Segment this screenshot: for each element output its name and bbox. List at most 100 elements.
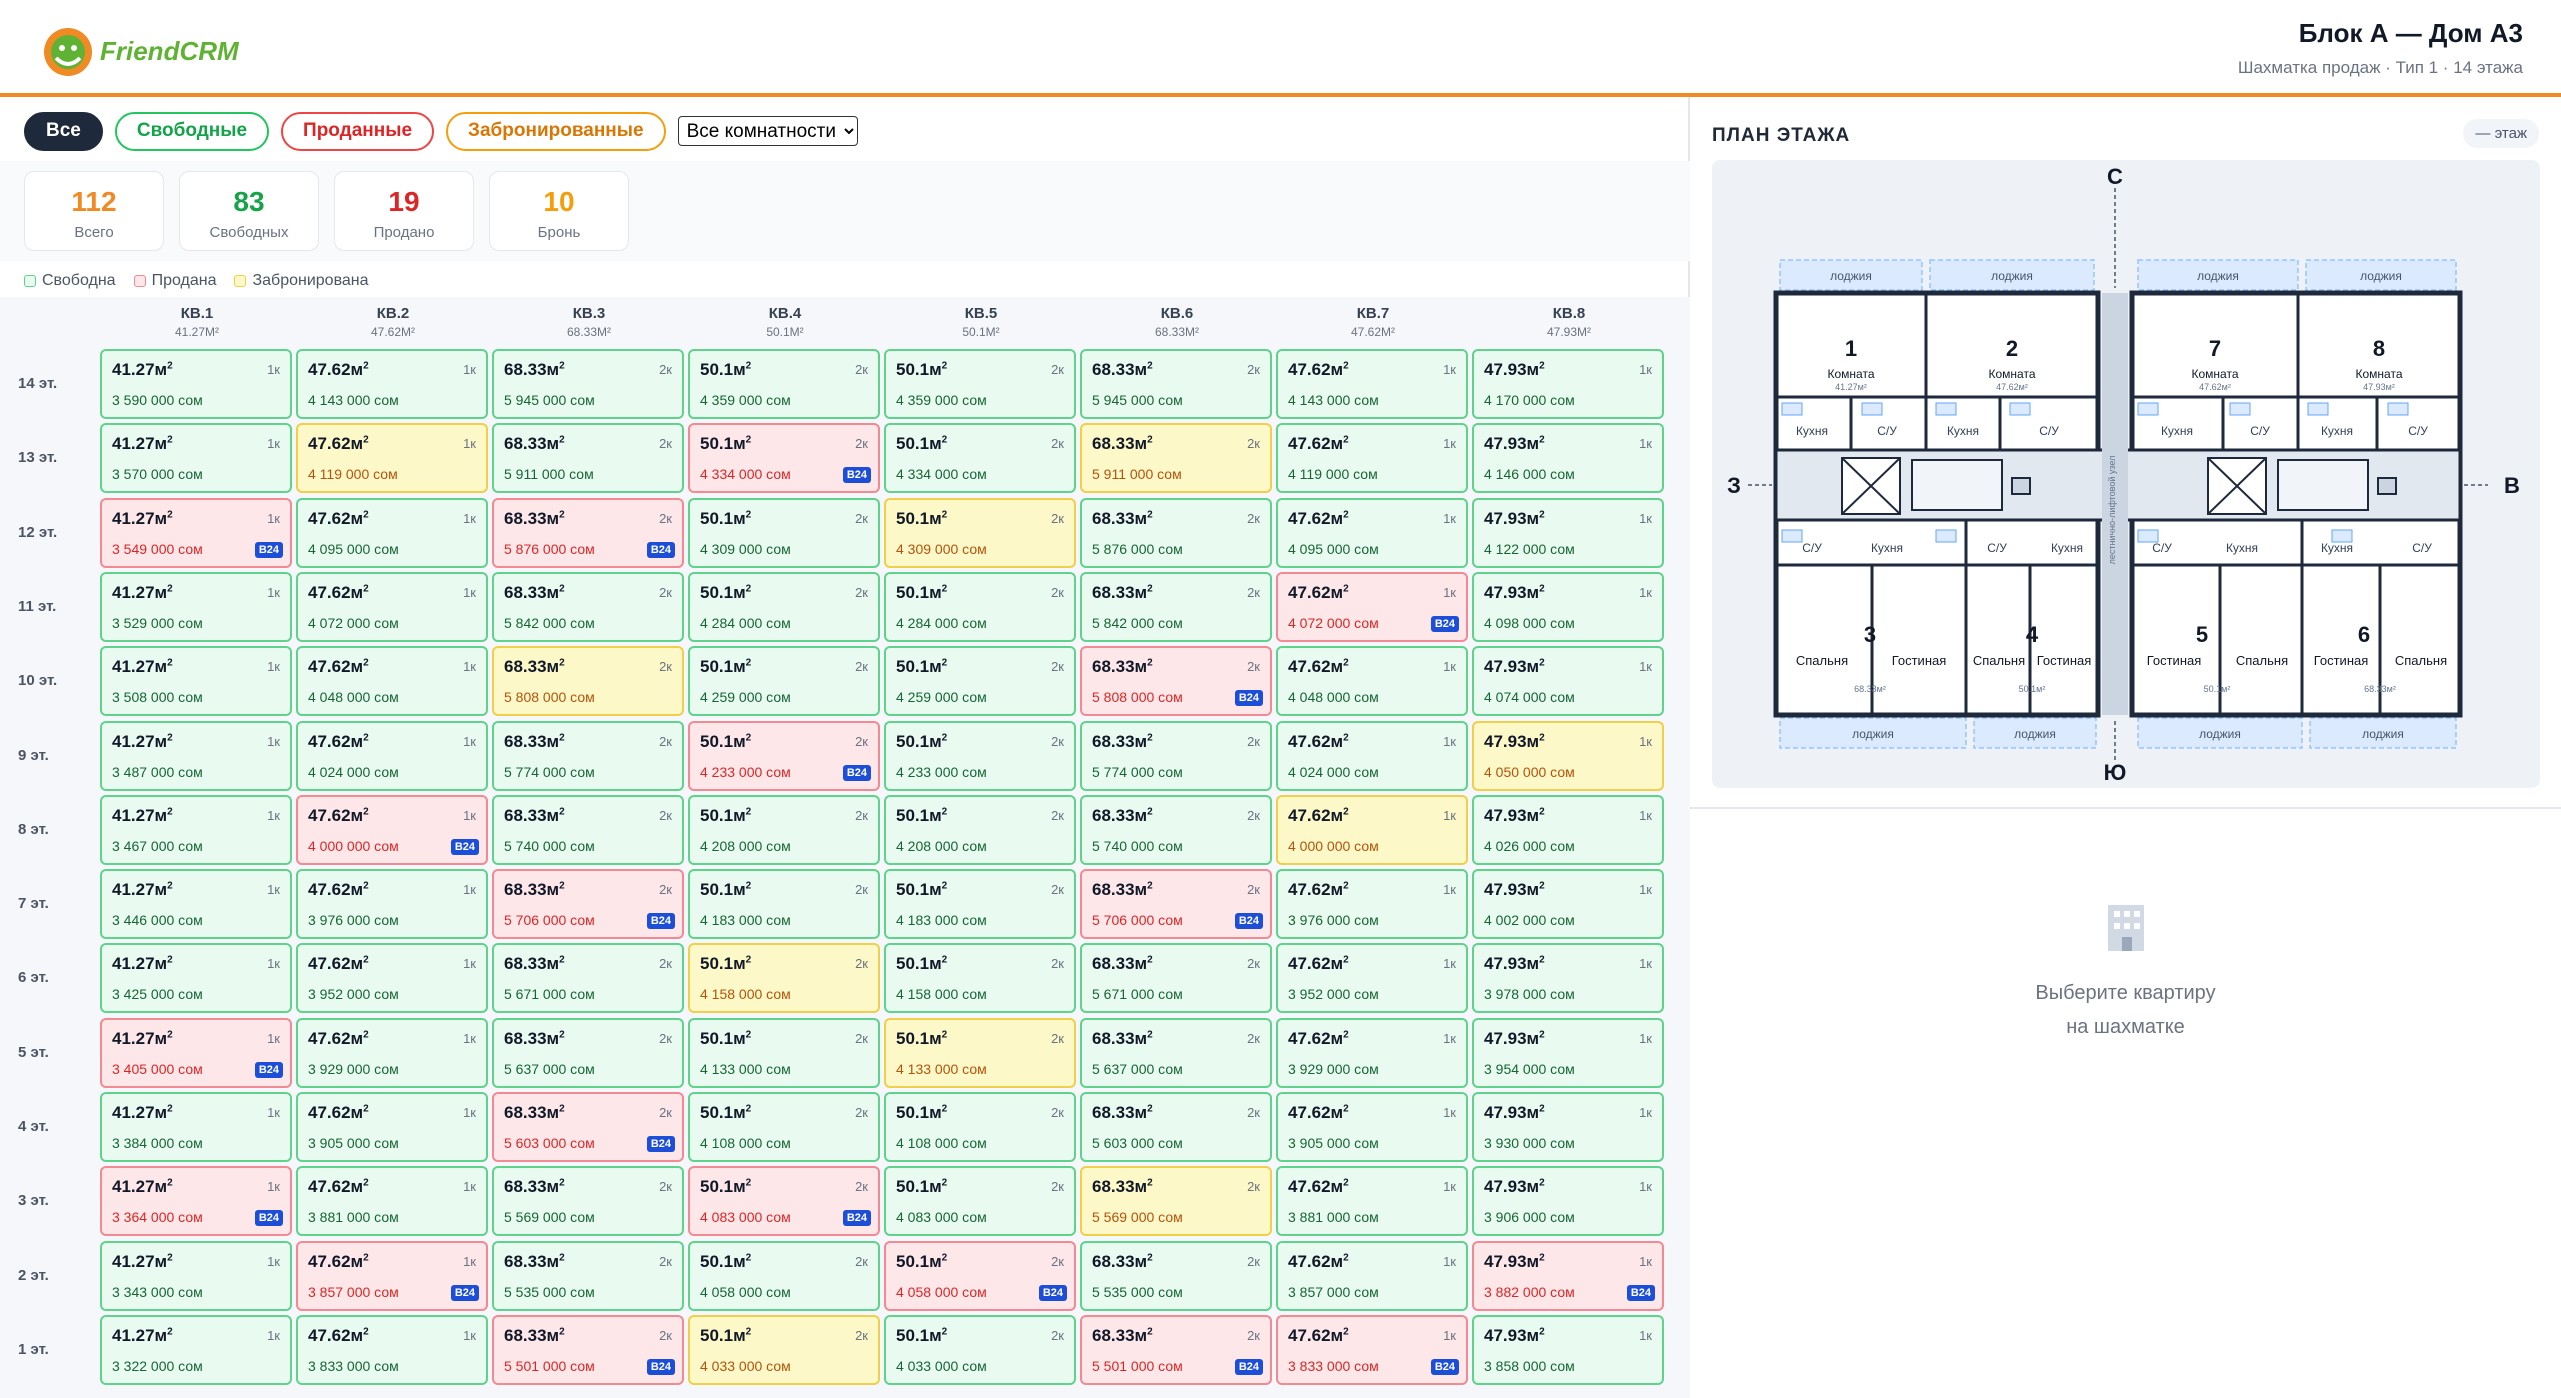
- apartment-cell[interactable]: 50.1м2 2к 4 284 000 сом: [884, 571, 1076, 642]
- filter-free-button[interactable]: Свободные: [114, 111, 270, 151]
- apartment-cell[interactable]: 68.33м2 2к 5 603 000 сом B24: [492, 1092, 684, 1162]
- apartment-cell[interactable]: 50.1м2 2к 4 309 000 сом: [688, 497, 880, 568]
- apartment-cell[interactable]: 47.62м2 1к 4 048 000 сом: [296, 646, 488, 717]
- apartment-cell[interactable]: 68.33м2 2к 5 774 000 сом: [1080, 720, 1272, 791]
- apartment-cell[interactable]: 50.1м2 2к 4 158 000 сом: [884, 943, 1076, 1014]
- apartment-cell[interactable]: 68.33м2 2к 5 501 000 сом B24: [492, 1314, 684, 1385]
- apartment-cell[interactable]: 47.62м2 1к 4 095 000 сом: [1276, 497, 1468, 568]
- apartment-cell[interactable]: 50.1м2 2к 4 108 000 сом: [688, 1092, 880, 1162]
- apartment-cell[interactable]: 68.33м2 2к 5 637 000 сом: [492, 1017, 684, 1088]
- apartment-cell[interactable]: 68.33м2 2к 5 911 000 сом: [1080, 423, 1272, 494]
- apartment-cell[interactable]: 50.1м2 2к 4 334 000 сом B24: [688, 423, 880, 494]
- apartment-cell[interactable]: 41.27м2 1к 3 425 000 сом: [100, 943, 292, 1014]
- apartment-cell[interactable]: 50.1м2 2к 4 083 000 сом: [884, 1166, 1076, 1237]
- friendcrm-logo[interactable]: FriendCRM: [38, 18, 248, 82]
- apartment-cell[interactable]: 47.62м2 1к 3 976 000 сом: [296, 869, 488, 940]
- apartment-cell[interactable]: 47.62м2 1к 4 024 000 сом: [1276, 720, 1468, 791]
- apartment-cell[interactable]: 47.93м2 1к 3 906 000 сом: [1472, 1166, 1664, 1237]
- apartment-cell[interactable]: 50.1м2 2к 4 309 000 сом: [884, 497, 1076, 568]
- apartment-cell[interactable]: 50.1м2 2к 4 334 000 сом: [884, 423, 1076, 494]
- apartment-cell[interactable]: 47.93м2 1к 4 050 000 сом: [1472, 720, 1664, 791]
- apartment-cell[interactable]: 47.62м2 1к 4 119 000 сом: [1276, 423, 1468, 494]
- apartment-cell[interactable]: 68.33м2 2к 5 808 000 сом B24: [1080, 646, 1272, 717]
- apartment-cell[interactable]: 47.93м2 1к 4 074 000 сом: [1472, 646, 1664, 717]
- apartment-cell[interactable]: 47.62м2 1к 4 000 000 сом B24: [296, 794, 488, 865]
- apartment-cell[interactable]: 50.1м2 2к 4 133 000 сом: [688, 1017, 880, 1088]
- apartment-cell[interactable]: 41.27м2 1к 3 446 000 сом: [100, 869, 292, 940]
- apartment-cell[interactable]: 47.93м2 1к 4 122 000 сом: [1472, 497, 1664, 568]
- apartment-cell[interactable]: 50.1м2 2к 4 033 000 сом: [688, 1314, 880, 1385]
- apartment-cell[interactable]: 68.33м2 2к 5 808 000 сом: [492, 646, 684, 717]
- apartment-cell[interactable]: 41.27м2 1к 3 322 000 сом: [100, 1314, 292, 1385]
- apartment-cell[interactable]: 50.1м2 2к 4 083 000 сом B24: [688, 1166, 880, 1237]
- apartment-cell[interactable]: 50.1м2 2к 4 359 000 сом: [884, 349, 1076, 419]
- apartment-cell[interactable]: 50.1м2 2к 4 183 000 сом: [884, 869, 1076, 940]
- apartment-cell[interactable]: 47.62м2 1к 3 952 000 сом: [296, 943, 488, 1014]
- apartment-cell[interactable]: 68.33м2 2к 5 945 000 сом: [492, 349, 684, 419]
- apartment-cell[interactable]: 41.27м2 1к 3 384 000 сом: [100, 1092, 292, 1162]
- apartment-cell[interactable]: 47.62м2 1к 4 000 000 сом: [1276, 794, 1468, 865]
- apartment-cell[interactable]: 68.33м2 2к 5 535 000 сом: [1080, 1240, 1272, 1311]
- apartment-cell[interactable]: 68.33м2 2к 5 876 000 сом: [1080, 497, 1272, 568]
- apartment-cell[interactable]: 50.1м2 2к 4 259 000 сом: [884, 646, 1076, 717]
- apartment-cell[interactable]: 50.1м2 2к 4 284 000 сом: [688, 571, 880, 642]
- apartment-cell[interactable]: 47.62м2 1к 3 905 000 сом: [1276, 1092, 1468, 1162]
- apartment-cell[interactable]: 47.62м2 1к 4 095 000 сом: [296, 497, 488, 568]
- apartment-cell[interactable]: 47.62м2 1к 4 143 000 сом: [1276, 349, 1468, 419]
- apartment-cell[interactable]: 50.1м2 2к 4 183 000 сом: [688, 869, 880, 940]
- apartment-cell[interactable]: 68.33м2 2к 5 603 000 сом: [1080, 1092, 1272, 1162]
- apartment-cell[interactable]: 50.1м2 2к 4 233 000 сом B24: [688, 720, 880, 791]
- apartment-cell[interactable]: 68.33м2 2к 5 671 000 сом: [492, 943, 684, 1014]
- apartment-cell[interactable]: 68.33м2 2к 5 501 000 сом B24: [1080, 1314, 1272, 1385]
- apartment-cell[interactable]: 50.1м2 2к 4 033 000 сом: [884, 1314, 1076, 1385]
- apartment-cell[interactable]: 47.62м2 1к 4 143 000 сом: [296, 349, 488, 419]
- apartment-cell[interactable]: 47.62м2 1к 3 857 000 сом: [1276, 1240, 1468, 1311]
- apartment-cell[interactable]: 68.33м2 2к 5 842 000 сом: [492, 571, 684, 642]
- apartment-cell[interactable]: 68.33м2 2к 5 842 000 сом: [1080, 571, 1272, 642]
- apartment-cell[interactable]: 68.33м2 2к 5 945 000 сом: [1080, 349, 1272, 419]
- apartment-cell[interactable]: 68.33м2 2к 5 740 000 сом: [492, 794, 684, 865]
- apartment-cell[interactable]: 68.33м2 2к 5 637 000 сом: [1080, 1017, 1272, 1088]
- apartment-cell[interactable]: 50.1м2 2к 4 208 000 сом: [884, 794, 1076, 865]
- apartment-cell[interactable]: 50.1м2 2к 4 133 000 сом: [884, 1017, 1076, 1088]
- apartment-cell[interactable]: 47.93м2 1к 4 146 000 сом: [1472, 423, 1664, 494]
- apartment-cell[interactable]: 47.62м2 1к 4 119 000 сом: [296, 423, 488, 494]
- apartment-cell[interactable]: 41.27м2 1к 3 549 000 сом B24: [100, 497, 292, 568]
- apartment-cell[interactable]: 68.33м2 2к 5 706 000 сом B24: [1080, 869, 1272, 940]
- apartment-cell[interactable]: 47.62м2 1к 3 857 000 сом B24: [296, 1240, 488, 1311]
- apartment-cell[interactable]: 50.1м2 2к 4 108 000 сом: [884, 1092, 1076, 1162]
- apartment-cell[interactable]: 50.1м2 2к 4 233 000 сом: [884, 720, 1076, 791]
- apartment-cell[interactable]: 50.1м2 2к 4 058 000 сом B24: [884, 1240, 1076, 1311]
- apartment-cell[interactable]: 47.62м2 1к 3 833 000 сом: [296, 1314, 488, 1385]
- apartment-cell[interactable]: 47.93м2 1к 3 858 000 сом: [1472, 1314, 1664, 1385]
- apartment-cell[interactable]: 68.33м2 2к 5 740 000 сом: [1080, 794, 1272, 865]
- filter-reserved-button[interactable]: Забронированные: [446, 111, 666, 151]
- apartment-cell[interactable]: 68.33м2 2к 5 569 000 сом: [1080, 1166, 1272, 1237]
- apartment-cell[interactable]: 47.62м2 1к 3 929 000 сом: [1276, 1017, 1468, 1088]
- apartment-cell[interactable]: 41.27м2 1к 3 467 000 сом: [100, 794, 292, 865]
- apartment-cell[interactable]: 47.62м2 1к 4 072 000 сом: [296, 571, 488, 642]
- apartment-cell[interactable]: 50.1м2 2к 4 158 000 сом: [688, 943, 880, 1014]
- apartment-cell[interactable]: 47.62м2 1к 4 072 000 сом B24: [1276, 571, 1468, 642]
- filter-sold-button[interactable]: Проданные: [281, 111, 435, 151]
- apartment-cell[interactable]: 47.93м2 1к 3 882 000 сом B24: [1472, 1240, 1664, 1311]
- apartment-cell[interactable]: 47.62м2 1к 3 833 000 сом B24: [1276, 1314, 1468, 1385]
- apartment-cell[interactable]: 68.33м2 2к 5 876 000 сом B24: [492, 497, 684, 568]
- apartment-cell[interactable]: 50.1м2 2к 4 058 000 сом: [688, 1240, 880, 1311]
- apartment-cell[interactable]: 68.33м2 2к 5 911 000 сом: [492, 423, 684, 494]
- apartment-cell[interactable]: 47.62м2 1к 3 881 000 сом: [296, 1166, 488, 1237]
- floor-chip[interactable]: — этаж: [2463, 119, 2539, 148]
- apartment-cell[interactable]: 47.93м2 1к 3 954 000 сом: [1472, 1017, 1664, 1088]
- apartment-cell[interactable]: 47.62м2 1к 4 048 000 сом: [1276, 646, 1468, 717]
- apartment-cell[interactable]: 68.33м2 2к 5 774 000 сом: [492, 720, 684, 791]
- apartment-cell[interactable]: 47.93м2 1к 4 002 000 сом: [1472, 869, 1664, 940]
- apartment-cell[interactable]: 47.93м2 1к 4 026 000 сом: [1472, 794, 1664, 865]
- apartment-cell[interactable]: 50.1м2 2к 4 359 000 сом: [688, 349, 880, 419]
- apartment-cell[interactable]: 68.33м2 2к 5 569 000 сом: [492, 1166, 684, 1237]
- apartment-cell[interactable]: 41.27м2 1к 3 590 000 сом: [100, 349, 292, 419]
- apartment-cell[interactable]: 47.62м2 1к 3 881 000 сом: [1276, 1166, 1468, 1237]
- apartment-cell[interactable]: 68.33м2 2к 5 535 000 сом: [492, 1240, 684, 1311]
- apartment-cell[interactable]: 41.27м2 1к 3 508 000 сом: [100, 646, 292, 717]
- apartment-cell[interactable]: 47.62м2 1к 3 952 000 сом: [1276, 943, 1468, 1014]
- apartment-cell[interactable]: 68.33м2 2к 5 706 000 сом B24: [492, 869, 684, 940]
